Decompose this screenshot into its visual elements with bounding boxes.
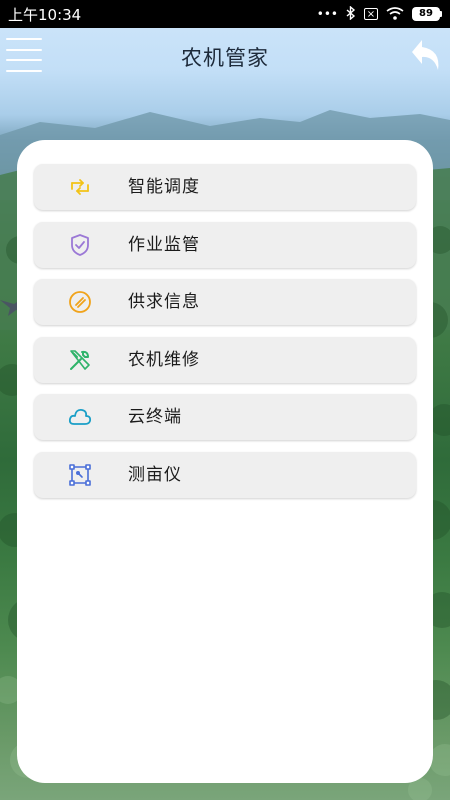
- menu-item-label: 农机维修: [128, 349, 200, 370]
- main-card: 智能调度 作业监管 供求信息 农机维修 云终端 测亩仪: [17, 140, 433, 783]
- shield-check-icon: [68, 233, 92, 257]
- menu-item-label: 智能调度: [128, 177, 200, 197]
- dots-icon: •••: [316, 7, 338, 21]
- area-measure-icon: [68, 463, 92, 487]
- status-icons: ••• × 89: [316, 5, 442, 22]
- menu-item-supply-demand[interactable]: 供求信息: [34, 279, 416, 326]
- status-time: 上午10:34: [8, 5, 82, 24]
- menu-item-cloud-terminal[interactable]: 云终端: [34, 394, 416, 441]
- battery-icon: 89: [412, 7, 442, 21]
- app-header: 农机管家: [0, 28, 450, 88]
- menu-item-label: 测亩仪: [128, 464, 182, 485]
- menu-item-area-meter[interactable]: 测亩仪: [34, 451, 416, 498]
- menu-item-smart-dispatch[interactable]: 智能调度: [34, 164, 416, 210]
- menu-item-label: 作业监管: [128, 234, 200, 255]
- bluetooth-icon: [346, 5, 356, 22]
- wrench-screwdriver-icon: [68, 348, 92, 372]
- sim-icon: ×: [364, 8, 378, 20]
- menu-item-label: 供求信息: [128, 292, 200, 313]
- page-title: 农机管家: [181, 46, 269, 70]
- menu-item-label: 云终端: [128, 407, 182, 428]
- back-arrow-icon[interactable]: [408, 36, 446, 76]
- status-bar: 上午10:34 ••• × 89: [0, 0, 450, 28]
- menu-item-work-supervision[interactable]: 作业监管: [34, 221, 416, 268]
- menu-list: 智能调度 作业监管 供求信息 农机维修 云终端 测亩仪: [34, 164, 416, 510]
- exchange-circle-icon: [68, 290, 92, 314]
- menu-item-machine-repair[interactable]: 农机维修: [34, 336, 416, 383]
- battery-level: 89: [412, 7, 440, 21]
- cloud-icon: [68, 405, 92, 429]
- wifi-icon: [386, 6, 404, 22]
- dispatch-icon: [68, 175, 92, 199]
